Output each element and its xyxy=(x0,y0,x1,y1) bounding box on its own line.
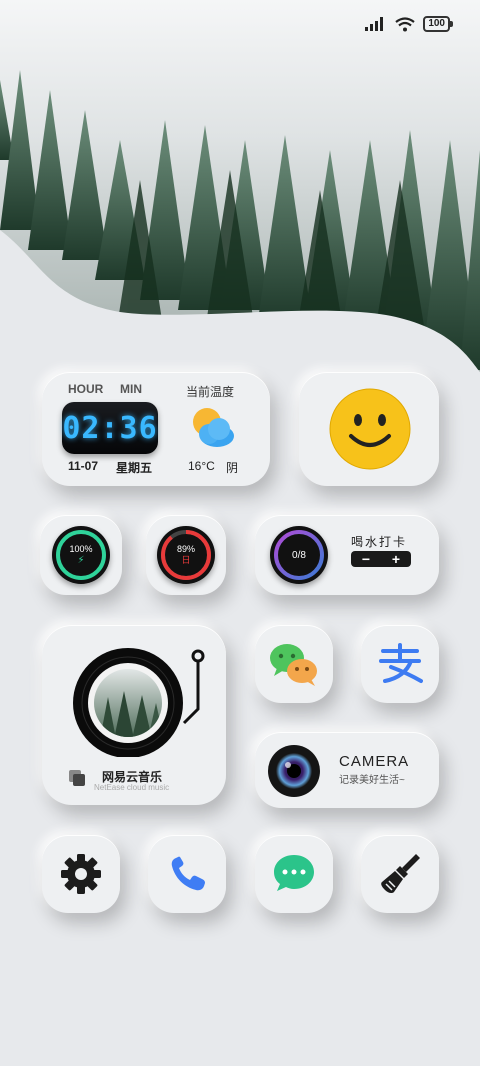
hour-label: HOUR xyxy=(68,382,104,396)
wechat-icon xyxy=(270,644,317,686)
charging-bolt-icon: ⚡ xyxy=(77,555,85,566)
partly-cloudy-icon xyxy=(193,408,234,447)
battery-widget[interactable]: 100% ⚡ xyxy=(40,515,122,595)
forest-wallpaper xyxy=(0,0,480,390)
day-progress-widget[interactable]: 89% 日 xyxy=(146,515,226,595)
water-stepper[interactable]: − + xyxy=(351,551,411,567)
music-widget[interactable]: 网易云音乐 NetEase cloud music xyxy=(42,625,226,805)
day-progress-ring: 89% 日 xyxy=(157,526,215,584)
theme-app[interactable] xyxy=(361,835,439,913)
battery-icon: 100 xyxy=(423,16,453,32)
gear-icon xyxy=(61,854,101,894)
day-progress-percent: 89% xyxy=(176,544,195,554)
water-tracker-widget[interactable]: 0/8 喝水打卡 − + xyxy=(255,515,439,595)
vinyl-record-icon xyxy=(73,648,205,757)
wifi-icon xyxy=(395,16,415,31)
message-icon xyxy=(274,855,314,891)
camera-lens-icon xyxy=(268,745,320,797)
battery-ring: 100% ⚡ xyxy=(52,526,110,584)
camera-subtitle: 记录美好生活~ xyxy=(339,775,405,786)
water-plus-button[interactable]: + xyxy=(392,551,400,567)
settings-app[interactable] xyxy=(42,835,120,913)
water-title: 喝水打卡 xyxy=(351,535,408,549)
min-label: MIN xyxy=(120,382,142,396)
music-app-subtitle: NetEase cloud music xyxy=(94,783,170,792)
music-app-badge-icon xyxy=(69,770,85,786)
smiley-face-icon xyxy=(329,388,411,470)
weekday-label: 星期五 xyxy=(116,461,153,475)
weather-condition: 阴 xyxy=(226,461,239,475)
signal-icon xyxy=(365,17,384,31)
phone-app[interactable] xyxy=(148,835,226,913)
clock-weather-widget[interactable]: HOUR MIN 02:36 11-07 星期五 当前温度 16°C 阴 xyxy=(42,372,270,486)
emoji-widget[interactable] xyxy=(299,372,439,486)
water-ring: 0/8 xyxy=(270,526,328,584)
camera-widget[interactable]: CAMERA 记录美好生活~ xyxy=(255,732,439,808)
battery-percent: 100% xyxy=(69,544,93,554)
alipay-app[interactable] xyxy=(361,625,439,703)
messages-app[interactable] xyxy=(255,835,333,913)
day-unit-label: 日 xyxy=(181,555,191,565)
phone-icon xyxy=(171,856,205,891)
date-label: 11-07 xyxy=(68,459,99,473)
brush-icon xyxy=(381,854,420,894)
clock-time: 02:36 xyxy=(62,410,158,446)
wechat-app[interactable] xyxy=(255,625,333,703)
water-count: 0/8 xyxy=(292,549,306,561)
alipay-icon xyxy=(379,643,423,683)
battery-level: 100 xyxy=(428,18,445,29)
water-minus-button[interactable]: − xyxy=(362,551,370,567)
status-bar: 100 xyxy=(365,16,453,32)
temperature-value: 16°C xyxy=(188,459,215,473)
clock-display: 02:36 xyxy=(62,402,158,454)
camera-title: CAMERA xyxy=(339,753,410,770)
temperature-title: 当前温度 xyxy=(186,385,235,399)
